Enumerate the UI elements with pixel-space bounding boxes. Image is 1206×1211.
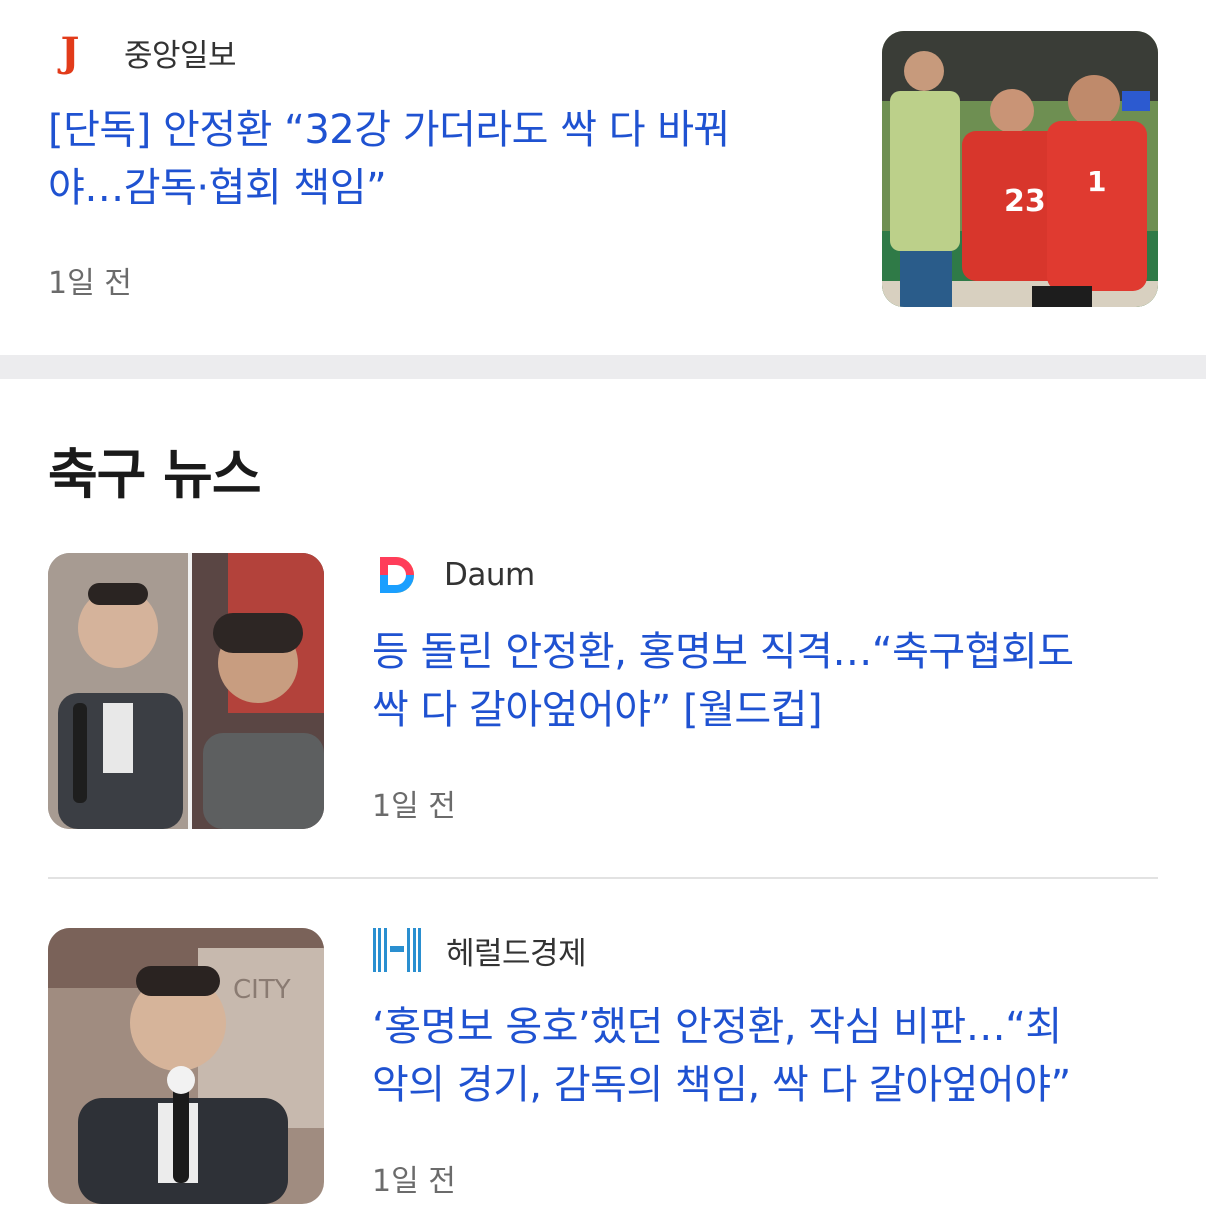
section-title: 축구 뉴스 xyxy=(48,443,262,506)
article-time: 1일 전 xyxy=(48,266,132,301)
article-thumbnail[interactable] xyxy=(48,553,324,829)
article-thumbnail[interactable]: CITY xyxy=(48,928,324,1204)
source-name: 중앙일보 xyxy=(124,37,237,74)
source-row: Daum xyxy=(374,553,535,597)
joongang-logo-icon: J xyxy=(60,28,80,76)
news-card-joongang[interactable]: J 중앙일보 [단독] 안정환 “32강 가더라도 싹 다 바꿔 야…감독·협회… xyxy=(0,0,1206,355)
article-time: 1일 전 xyxy=(372,789,456,824)
svg-text:23: 23 xyxy=(1004,184,1046,219)
herald-logo-icon xyxy=(372,928,422,972)
svg-text:1: 1 xyxy=(1087,165,1106,198)
section-divider xyxy=(0,355,1206,379)
source-row: 헤럴드경제 xyxy=(372,925,587,975)
source-name: Daum xyxy=(444,557,535,593)
daum-logo-icon xyxy=(380,557,414,593)
article-headline[interactable]: 등 돌린 안정환, 홍명보 직격…“축구협회도 싹 다 갈아엎어야” [월드컵] xyxy=(372,623,1172,739)
article-headline[interactable]: ‘홍명보 옹호’했던 안정환, 작심 비판…“최 악의 경기, 감독의 책임, … xyxy=(372,998,1172,1114)
source-name: 헤럴드경제 xyxy=(446,935,587,972)
article-thumbnail[interactable]: 23 1 xyxy=(882,31,1158,307)
list-divider xyxy=(48,877,1158,879)
article-time: 1일 전 xyxy=(372,1164,456,1199)
svg-text:CITY: CITY xyxy=(233,975,291,1005)
source-row: J 중앙일보 xyxy=(50,28,237,76)
article-headline[interactable]: [단독] 안정환 “32강 가더라도 싹 다 바꿔 야…감독·협회 책임” xyxy=(48,101,838,217)
